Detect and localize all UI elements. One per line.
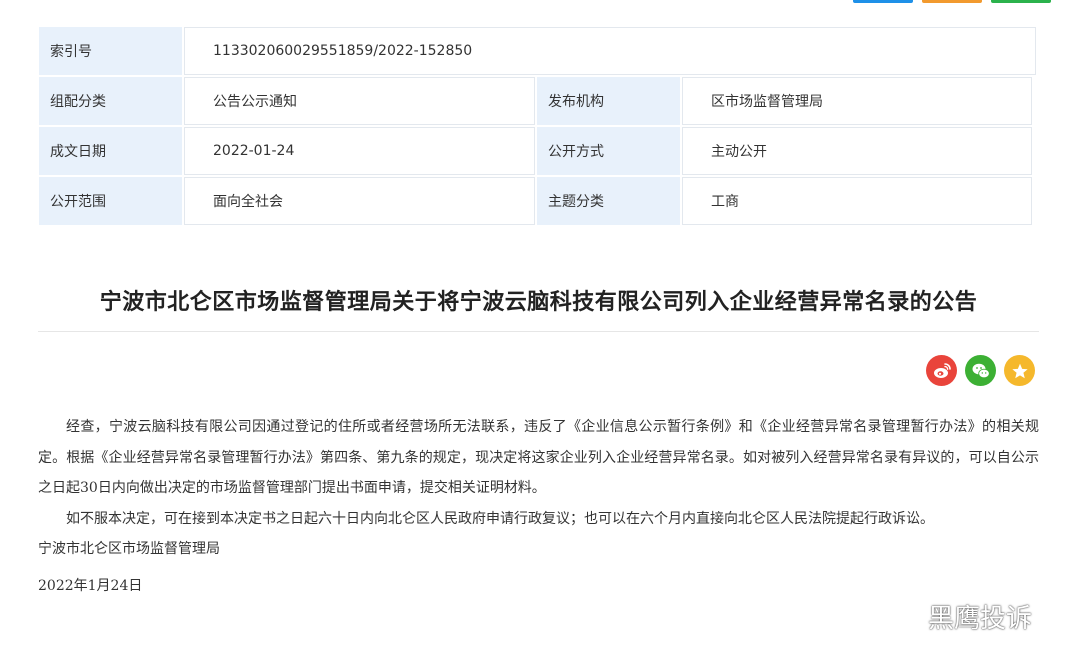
favorite-button[interactable]: [1004, 355, 1035, 386]
index-value: 113302060029551859/2022-152850: [184, 27, 1036, 75]
watermark: 黑鹰投诉: [888, 598, 1032, 635]
top-button-blue[interactable]: [853, 0, 913, 3]
index-label: 索引号: [39, 27, 182, 75]
metadata-row-scope: 公开范围 面向全社会 主题分类 工商: [38, 176, 1039, 226]
publisher-label: 发布机构: [537, 77, 680, 125]
weibo-share-button[interactable]: [926, 355, 957, 386]
topic-label: 主题分类: [537, 177, 680, 225]
topic-value: 工商: [682, 177, 1032, 225]
date-label: 成文日期: [39, 127, 182, 175]
article-signature: 宁波市北仑区市场监督管理局: [38, 541, 220, 557]
method-value: 主动公开: [682, 127, 1032, 175]
top-button-green[interactable]: [991, 0, 1051, 3]
article-date: 2022年1月24日: [38, 577, 143, 594]
metadata-row-index: 索引号 113302060029551859/2022-152850: [38, 26, 1039, 76]
star-icon: [1011, 363, 1028, 378]
article-paragraph: 经查，宁波云脑科技有限公司因通过登记的住所或者经营场所无法联系，违反了《企业信息…: [38, 419, 1039, 496]
title-divider: [38, 331, 1039, 332]
category-value: 公告公示通知: [184, 77, 535, 125]
metadata-row-category: 组配分类 公告公示通知 发布机构 区市场监督管理局: [38, 76, 1039, 126]
publisher-value: 区市场监督管理局: [682, 77, 1032, 125]
wechat-watermark-icon: [889, 603, 920, 629]
top-button-orange[interactable]: [922, 0, 982, 3]
metadata-row-date: 成文日期 2022-01-24 公开方式 主动公开: [38, 126, 1039, 176]
method-label: 公开方式: [537, 127, 680, 175]
category-label: 组配分类: [39, 77, 182, 125]
article-title: 宁波市北仑区市场监督管理局关于将宁波云脑科技有限公司列入企业经营异常名录的公告: [99, 290, 978, 315]
date-value: 2022-01-24: [184, 127, 535, 175]
metadata-table: 索引号 113302060029551859/2022-152850 组配分类 …: [38, 26, 1039, 226]
article-paragraph: 如不服本决定，可在接到本决定书之日起六十日内向北仑区人民政府申请行政复议；也可以…: [66, 510, 934, 527]
article-body: 经查，宁波云脑科技有限公司因通过登记的住所或者经营场所无法联系，违反了《企业信息…: [38, 412, 1039, 601]
wechat-share-button[interactable]: [965, 355, 996, 386]
scope-value: 面向全社会: [184, 177, 535, 225]
weibo-icon: [933, 362, 951, 378]
scope-label: 公开范围: [39, 177, 182, 225]
watermark-text: 黑鹰投诉: [928, 604, 1033, 634]
wechat-icon: [972, 363, 990, 378]
